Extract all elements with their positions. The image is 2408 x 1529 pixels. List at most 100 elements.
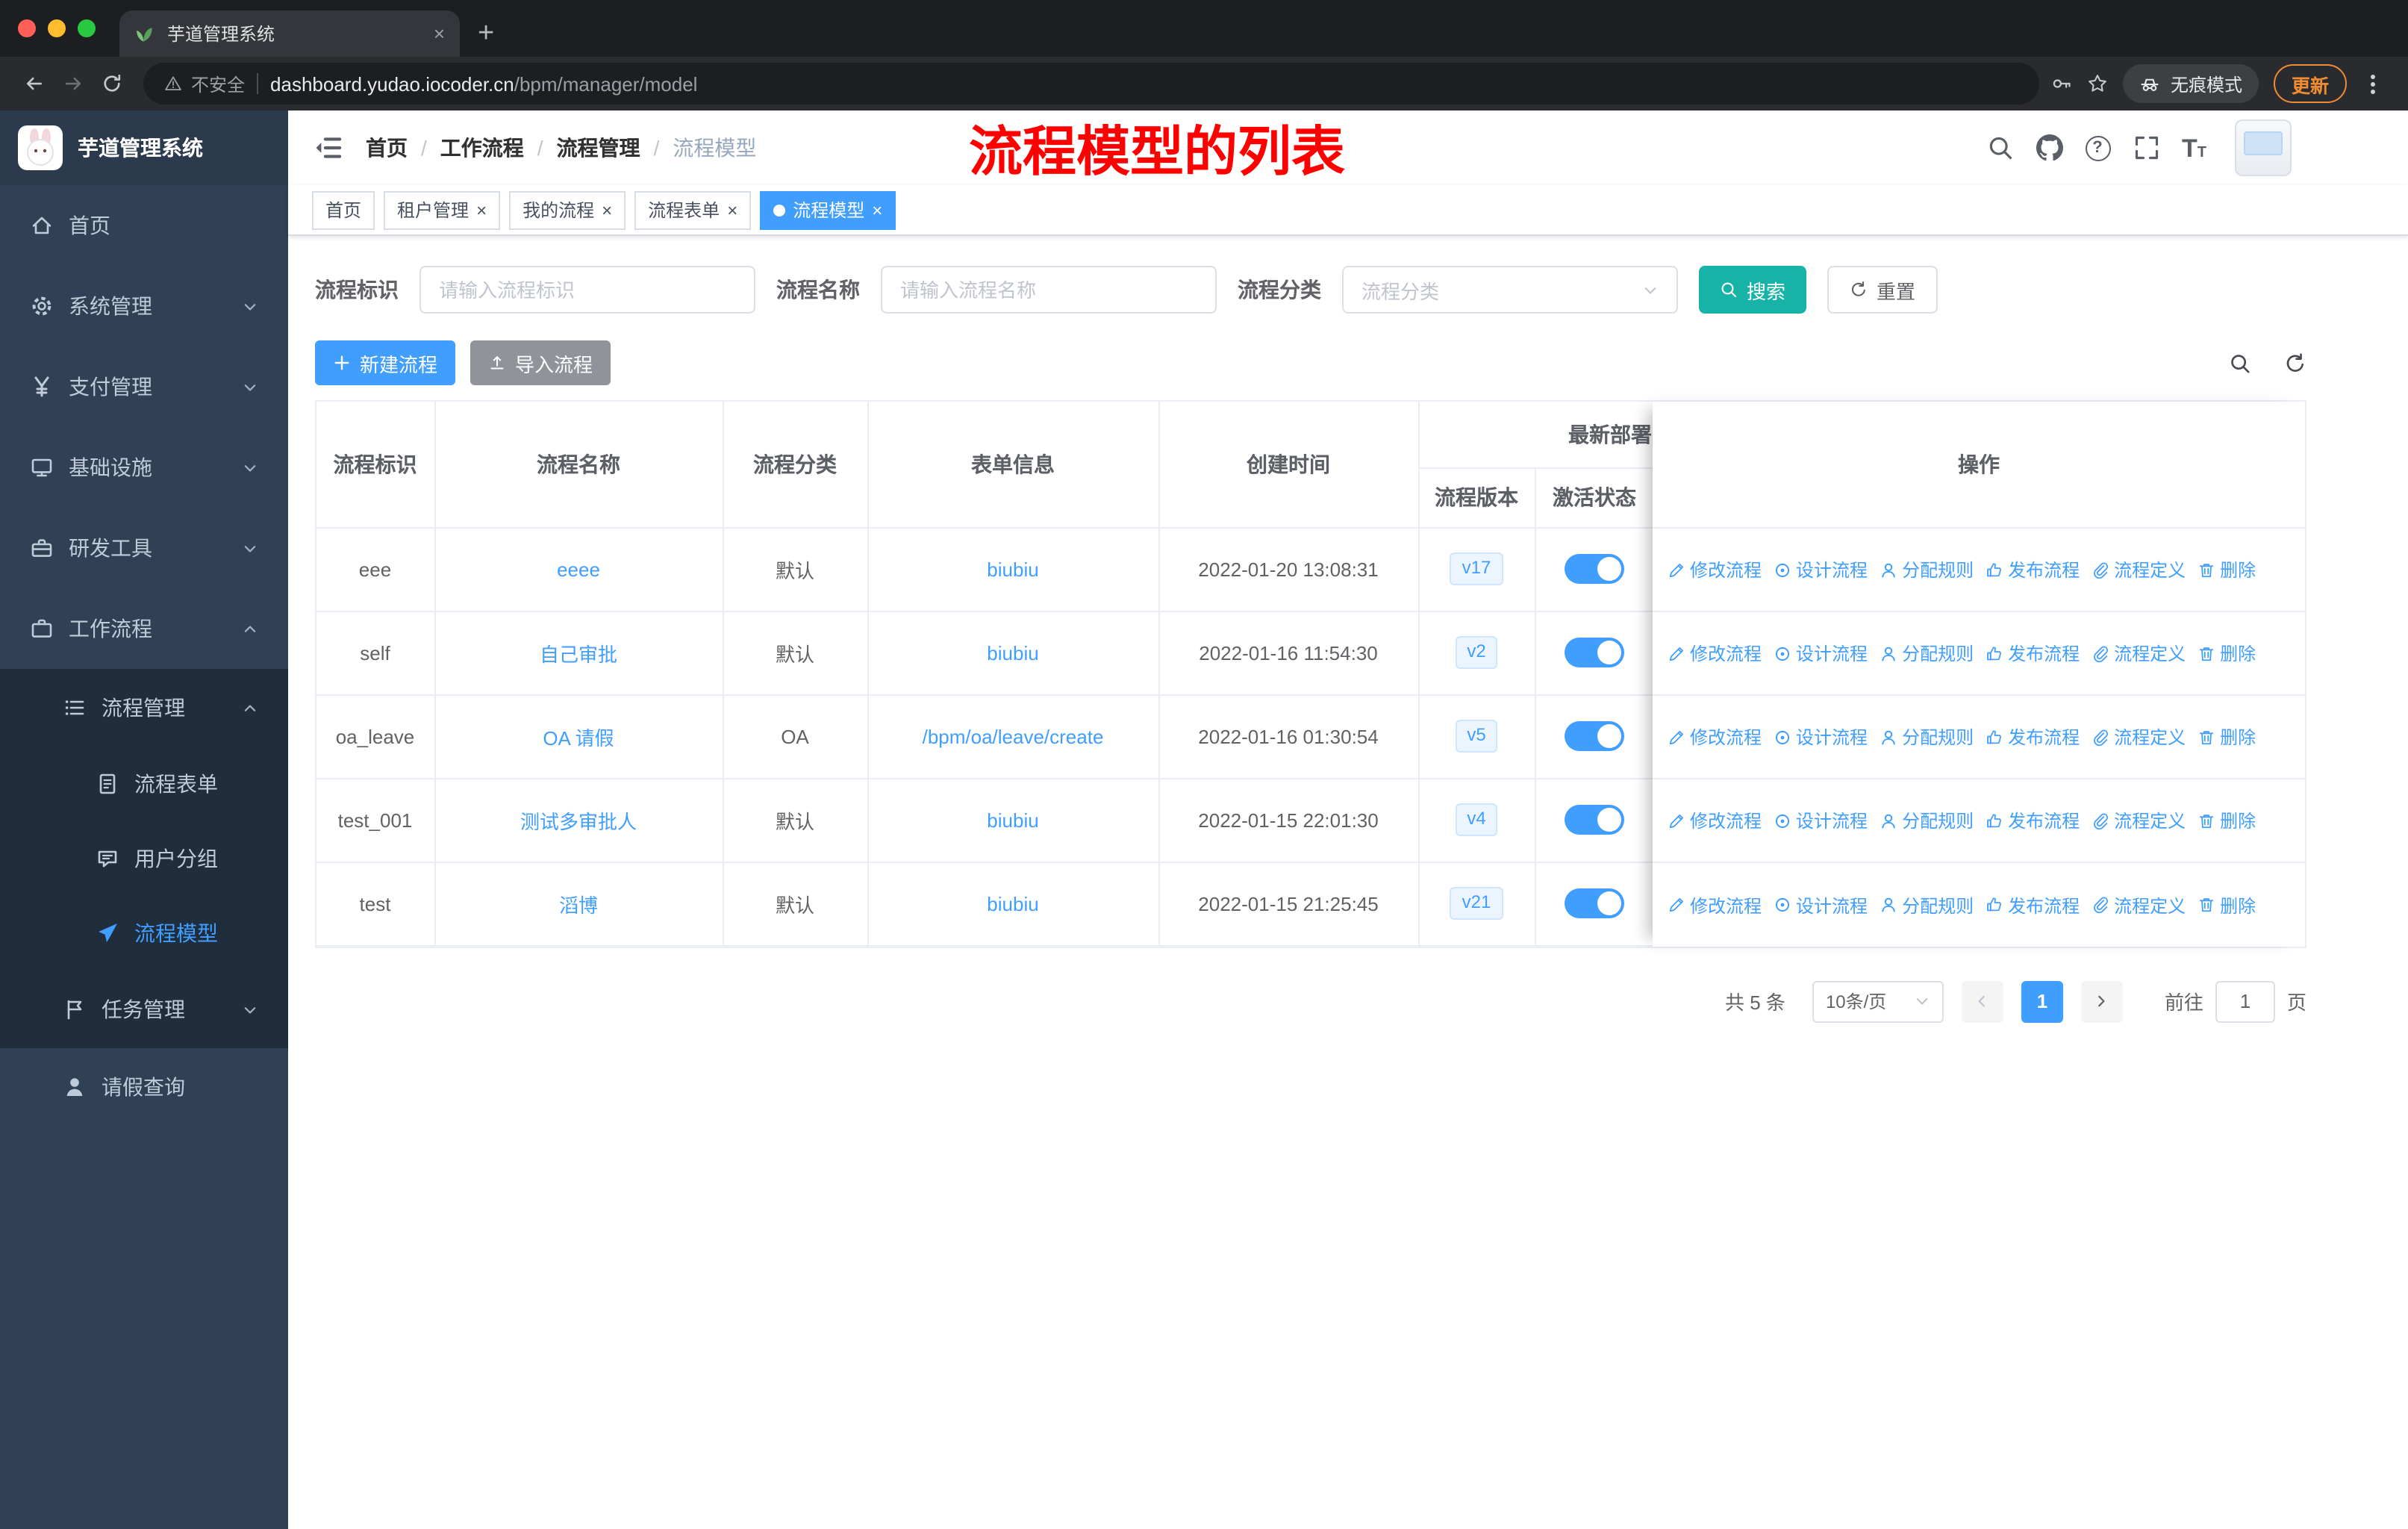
sidebar-item-home[interactable]: 首页 [0, 185, 288, 266]
sidebar-item-process-form[interactable]: 流程表单 [0, 747, 288, 821]
action-design-process[interactable]: 设计流程 [1774, 557, 1868, 582]
action-assign-rule[interactable]: 分配规则 [1880, 892, 1974, 918]
tag-process-model[interactable]: 流程模型 × [760, 190, 896, 229]
action-delete[interactable]: 删除 [2198, 641, 2256, 666]
action-publish-process[interactable]: 发布流程 [1986, 724, 2080, 750]
window-minimize-button[interactable] [48, 19, 66, 37]
form-info-link[interactable]: biubiu [987, 641, 1038, 664]
window-close-button[interactable] [18, 19, 36, 37]
action-publish-process[interactable]: 发布流程 [1986, 892, 2080, 918]
sidebar-item-payment[interactable]: 支付管理 [0, 346, 288, 427]
form-info-link[interactable]: /bpm/oa/leave/create [923, 725, 1104, 747]
action-process-definition[interactable]: 流程定义 [2092, 724, 2186, 750]
action-assign-rule[interactable]: 分配规则 [1880, 808, 1974, 833]
forward-button[interactable] [54, 64, 93, 103]
sidebar-item-leave-query[interactable]: 请假查询 [0, 1048, 288, 1126]
key-icon[interactable] [2051, 73, 2072, 94]
back-button[interactable] [15, 64, 54, 103]
breadcrumb-workflow[interactable]: 工作流程 [440, 133, 524, 163]
status-toggle[interactable] [1565, 638, 1624, 667]
sidebar-item-process-management[interactable]: 流程管理 [0, 669, 288, 747]
page-size-select[interactable]: 10条/页 [1812, 980, 1944, 1022]
breadcrumb-home[interactable]: 首页 [366, 133, 408, 163]
window-zoom-button[interactable] [78, 19, 96, 37]
category-select[interactable]: 流程分类 [1342, 266, 1678, 314]
tag-tenant-management[interactable]: 租户管理 × [384, 190, 501, 229]
tab-close-icon[interactable]: × [434, 24, 445, 43]
tag-home[interactable]: 首页 [312, 190, 375, 229]
sidebar-item-system[interactable]: 系统管理 [0, 266, 288, 346]
sidebar-item-workflow[interactable]: 工作流程 [0, 588, 288, 669]
reload-button[interactable] [93, 64, 131, 103]
close-icon[interactable]: × [872, 201, 882, 219]
process-name-link[interactable]: 滔博 [559, 894, 598, 916]
sidebar-item-dev-tools[interactable]: 研发工具 [0, 508, 288, 588]
close-icon[interactable]: × [476, 201, 487, 219]
help-icon[interactable]: ? [2085, 135, 2110, 161]
create-process-button[interactable]: 新建流程 [315, 340, 456, 385]
browser-tab[interactable]: 芋道管理系统 × [119, 10, 460, 57]
browser-menu-icon[interactable] [2371, 81, 2375, 86]
update-button[interactable]: 更新 [2273, 64, 2347, 103]
action-edit-process[interactable]: 修改流程 [1668, 641, 1762, 666]
action-edit-process[interactable]: 修改流程 [1668, 724, 1762, 750]
search-toggle-icon[interactable] [2229, 352, 2251, 374]
process-name-link[interactable]: OA 请假 [543, 726, 614, 749]
prev-page-button[interactable] [1961, 980, 2003, 1022]
action-publish-process[interactable]: 发布流程 [1986, 808, 2080, 833]
action-publish-process[interactable]: 发布流程 [1986, 641, 2080, 666]
action-delete[interactable]: 删除 [2198, 557, 2256, 582]
action-delete[interactable]: 删除 [2198, 808, 2256, 833]
form-info-link[interactable]: biubiu [987, 558, 1038, 580]
sidebar-item-process-model[interactable]: 流程模型 [0, 896, 288, 971]
font-size-icon[interactable]: TT [2182, 135, 2206, 161]
close-icon[interactable]: × [727, 201, 737, 219]
search-icon[interactable] [1986, 134, 2013, 161]
reset-button[interactable]: 重置 [1827, 266, 1938, 314]
status-toggle[interactable] [1565, 805, 1624, 835]
sidebar-item-user-group[interactable]: 用户分组 [0, 821, 288, 896]
process-name-link[interactable]: 自己审批 [540, 643, 617, 665]
fullscreen-icon[interactable] [2133, 134, 2159, 161]
close-icon[interactable]: × [602, 201, 612, 219]
action-process-definition[interactable]: 流程定义 [2092, 641, 2186, 666]
current-page-button[interactable]: 1 [2021, 980, 2063, 1022]
status-toggle[interactable] [1565, 721, 1624, 751]
process-key-input[interactable] [419, 266, 755, 314]
form-info-link[interactable]: biubiu [987, 809, 1038, 831]
tag-process-form[interactable]: 流程表单 × [634, 190, 752, 229]
form-info-link[interactable]: biubiu [987, 892, 1038, 915]
goto-page-input[interactable] [2215, 980, 2275, 1022]
next-page-button[interactable] [2080, 980, 2123, 1022]
user-avatar[interactable] [2235, 119, 2292, 176]
sidebar-collapse-icon[interactable] [312, 131, 345, 164]
action-design-process[interactable]: 设计流程 [1774, 808, 1868, 833]
action-delete[interactable]: 删除 [2198, 892, 2256, 918]
action-process-definition[interactable]: 流程定义 [2092, 892, 2186, 918]
address-bar[interactable]: 不安全 dashboard.yudao.iocoder.cn/bpm/manag… [143, 63, 2039, 105]
sidebar-logo[interactable]: 芋道管理系统 [0, 110, 288, 185]
status-toggle[interactable] [1565, 554, 1624, 584]
sidebar-item-infrastructure[interactable]: 基础设施 [0, 427, 288, 508]
process-name-link[interactable]: 测试多审批人 [520, 810, 637, 832]
process-name-link[interactable]: eeee [557, 558, 600, 580]
action-edit-process[interactable]: 修改流程 [1668, 892, 1762, 918]
status-toggle[interactable] [1565, 888, 1624, 918]
process-name-input[interactable] [881, 266, 1217, 314]
action-publish-process[interactable]: 发布流程 [1986, 557, 2080, 582]
refresh-table-icon[interactable] [2284, 352, 2306, 374]
action-design-process[interactable]: 设计流程 [1774, 724, 1868, 750]
tag-my-process[interactable]: 我的流程 × [509, 190, 626, 229]
github-icon[interactable] [2036, 134, 2062, 161]
action-process-definition[interactable]: 流程定义 [2092, 808, 2186, 833]
action-assign-rule[interactable]: 分配规则 [1880, 724, 1974, 750]
action-assign-rule[interactable]: 分配规则 [1880, 557, 1974, 582]
action-assign-rule[interactable]: 分配规则 [1880, 641, 1974, 666]
action-design-process[interactable]: 设计流程 [1774, 892, 1868, 918]
action-design-process[interactable]: 设计流程 [1774, 641, 1868, 666]
action-process-definition[interactable]: 流程定义 [2092, 557, 2186, 582]
security-chip[interactable]: 不安全 [164, 71, 245, 96]
action-edit-process[interactable]: 修改流程 [1668, 808, 1762, 833]
new-tab-button[interactable]: + [460, 18, 515, 57]
action-edit-process[interactable]: 修改流程 [1668, 557, 1762, 582]
